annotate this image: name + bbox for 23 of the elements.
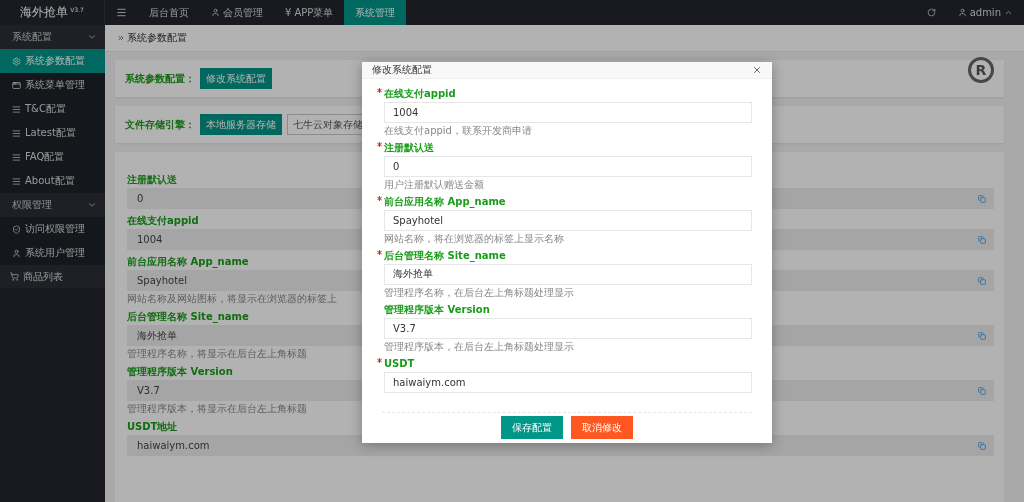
field-help: 管理程序名称，在后台左上角标题处理显示	[384, 286, 574, 299]
field-label: 后台管理名称 Site_name	[127, 311, 249, 323]
field-label: USDT	[384, 357, 415, 370]
field-label: 管理程序版本 Version	[384, 303, 490, 316]
card-label: 文件存储引擎：	[125, 117, 195, 132]
field-label: USDT地址	[127, 421, 178, 433]
field-label: 管理程序版本 Version	[127, 366, 233, 378]
field-help: 用户注册默认赠送金额	[384, 178, 484, 191]
field-label: 前台应用名称 App_name	[384, 195, 506, 208]
yen-icon: ¥	[285, 7, 292, 18]
field-help: 管理程序版本，在后台左上角标题处理显示	[384, 340, 574, 353]
dialog-title: 修改系统配置	[372, 62, 432, 77]
breadcrumb: 系统参数配置	[127, 31, 187, 45]
field-label: 注册默认送	[127, 174, 177, 186]
field-help: 在线支付appid，联系开发商申请	[384, 124, 532, 137]
field-label: 后台管理名称 Site_name	[384, 249, 506, 262]
field-label: 在线支付appid	[127, 215, 199, 227]
field-label: 在线支付appid	[384, 87, 456, 100]
brand-name: 海外抢单	[20, 4, 69, 21]
field-label: 前台应用名称 App_name	[127, 256, 249, 268]
field-help: 网站名称，将在浏览器的标签上显示名称	[384, 232, 564, 245]
card-label: 系统参数配置：	[125, 71, 195, 86]
field-label: 注册默认送	[384, 141, 434, 154]
